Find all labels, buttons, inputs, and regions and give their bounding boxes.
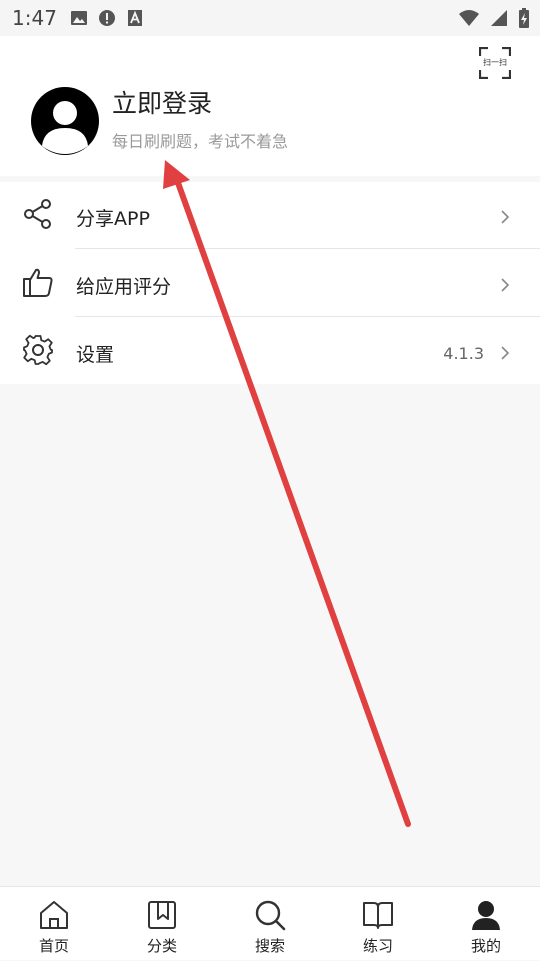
chevron-right-icon: [501, 346, 510, 360]
status-time: 1:47: [12, 6, 57, 30]
alert-icon: [99, 10, 115, 26]
battery-charging-icon: [519, 8, 529, 28]
home-icon: [40, 901, 68, 929]
nav-item-search[interactable]: 搜索: [216, 887, 324, 961]
divider: [75, 316, 540, 317]
bookmark-category-icon: [148, 901, 176, 929]
share-icon: [24, 199, 51, 229]
nav-item-category[interactable]: 分类: [108, 887, 216, 961]
status-right-icons: [458, 8, 530, 28]
user-icon: [472, 901, 500, 930]
bottom-nav: 首页 分类 搜索 练习 我的: [0, 886, 540, 960]
status-bar: 1:47: [0, 0, 540, 36]
scan-label: 扫一扫: [483, 58, 507, 67]
app-version: 4.1.3: [443, 344, 484, 363]
menu-item-label: 设置: [76, 344, 115, 366]
chevron-right-icon: [501, 278, 510, 292]
image-icon: [71, 11, 87, 25]
menu-item-label: 分享APP: [76, 208, 150, 230]
menu-item-settings[interactable]: 设置 4.1.3: [0, 318, 540, 384]
login-title[interactable]: 立即登录: [112, 84, 212, 120]
login-subtitle: 每日刷刷题，考试不着急: [112, 132, 289, 151]
thumbs-up-icon: [23, 268, 53, 297]
book-icon: [363, 902, 393, 929]
nav-item-home[interactable]: 首页: [0, 887, 108, 961]
signal-icon: [491, 10, 507, 26]
nav-item-mine[interactable]: 我的: [432, 887, 540, 961]
nav-item-practice[interactable]: 练习: [324, 887, 432, 961]
scan-button[interactable]: 扫一扫: [478, 46, 512, 80]
search-icon: [255, 900, 286, 931]
avatar[interactable]: [30, 86, 100, 156]
menu-item-share-app[interactable]: 分享APP: [0, 182, 540, 248]
chevron-right-icon: [501, 210, 510, 224]
nav-label: 练习: [362, 937, 393, 955]
settings-menu: 分享APP 给应用评分 设置 4.1.3: [0, 182, 540, 384]
profile-header: 扫一扫 立即登录 每日刷刷题，考试不着急: [0, 36, 540, 176]
divider: [75, 248, 540, 249]
settings-gear-icon: [23, 334, 53, 366]
menu-item-rate-app[interactable]: 给应用评分: [0, 250, 540, 316]
nav-label: 搜索: [254, 937, 285, 955]
status-left-icons: [70, 9, 144, 27]
nav-label: 分类: [146, 937, 177, 955]
wifi-icon: [459, 10, 479, 26]
nav-label: 首页: [38, 937, 69, 955]
menu-item-label: 给应用评分: [76, 276, 172, 298]
text-icon: [128, 10, 142, 26]
nav-label: 我的: [470, 937, 501, 955]
